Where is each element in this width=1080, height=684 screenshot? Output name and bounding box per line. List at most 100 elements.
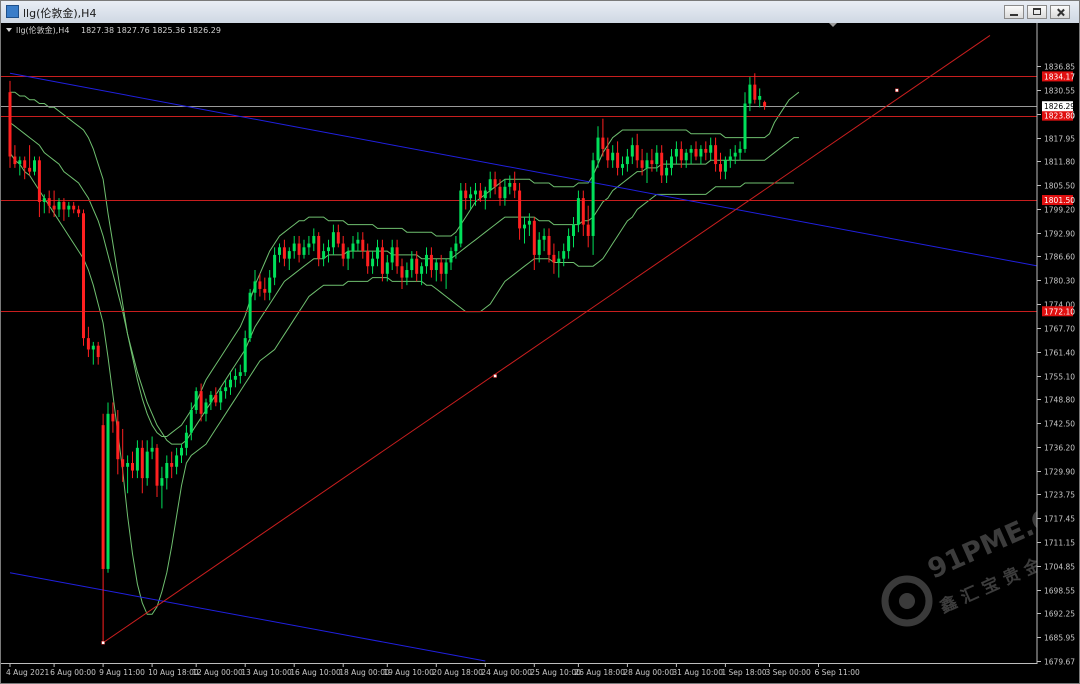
candle-body xyxy=(341,243,345,259)
time-tick-label: 1 Sep 18:00 xyxy=(721,668,767,677)
candle-body xyxy=(351,243,355,252)
candle-body xyxy=(331,232,335,248)
candle-body xyxy=(513,182,517,191)
candle-body xyxy=(758,95,762,100)
candle-body xyxy=(719,164,722,172)
candle-body xyxy=(302,247,306,255)
time-tick-label: 6 Aug 00:00 xyxy=(50,668,96,677)
candle xyxy=(106,402,110,573)
candle-body xyxy=(650,160,654,165)
candle-body xyxy=(268,277,272,293)
price-tick-label: 1836.85 xyxy=(1044,63,1075,72)
anchor-point[interactable] xyxy=(895,88,899,93)
price-tick-label: 1736.20 xyxy=(1044,444,1075,453)
candle-body xyxy=(425,254,428,267)
candle-body xyxy=(763,102,767,107)
candle-body xyxy=(630,145,634,157)
maximize-button[interactable] xyxy=(1027,5,1047,19)
candle-body xyxy=(655,152,659,165)
candle-body xyxy=(233,375,237,380)
candle-body xyxy=(601,137,605,149)
candle-body xyxy=(444,262,448,274)
candle-body xyxy=(175,455,179,467)
candle-body xyxy=(106,413,110,569)
candle-body xyxy=(287,251,291,259)
candle-body xyxy=(47,198,51,206)
candle-body xyxy=(478,190,482,199)
candle-body xyxy=(91,345,95,350)
anchor-point[interactable] xyxy=(101,640,105,645)
candle-body xyxy=(616,152,620,168)
candle-body xyxy=(150,447,154,452)
candle-body xyxy=(180,447,183,456)
time-tick-label: 3 Sep 00:00 xyxy=(766,668,812,677)
candle-body xyxy=(229,379,232,388)
candle-body xyxy=(738,148,742,153)
candle-body xyxy=(753,84,757,100)
candle-body xyxy=(199,391,203,414)
candle-body xyxy=(356,239,360,244)
price-tick-label: 1780.30 xyxy=(1044,277,1075,286)
candle-body xyxy=(508,182,512,187)
candle-body xyxy=(743,103,747,149)
candle-body xyxy=(679,148,683,161)
candle-body xyxy=(238,372,242,376)
close-button[interactable] xyxy=(1050,5,1070,19)
candle-body xyxy=(532,220,536,255)
candle-body xyxy=(77,209,81,214)
candle-body xyxy=(116,421,120,460)
price-tick-label: 1742.50 xyxy=(1044,420,1075,429)
price-tick-label: 1799.20 xyxy=(1044,206,1075,215)
candle xyxy=(459,182,463,248)
candle-body xyxy=(361,239,365,252)
price-tick-label: 1692.25 xyxy=(1044,610,1075,619)
candle-body xyxy=(586,224,590,236)
candle-body xyxy=(469,194,473,199)
candle-body xyxy=(728,156,732,161)
candle-body xyxy=(385,262,389,274)
candle-body xyxy=(400,266,404,278)
candle-body xyxy=(376,247,379,259)
candle-body xyxy=(709,145,713,153)
candle-body xyxy=(82,213,85,339)
hline-label: 1772.10 xyxy=(1042,306,1075,317)
candle-body xyxy=(57,201,61,210)
candle-body xyxy=(366,251,370,267)
price-tick-label: 1755.10 xyxy=(1044,373,1075,382)
candle xyxy=(248,288,252,342)
candle-body xyxy=(292,243,296,252)
price-tick-label: 1767.70 xyxy=(1044,325,1075,334)
candle-body xyxy=(537,239,541,255)
candle xyxy=(194,387,198,414)
time-tick-label: 16 Aug 10:00 xyxy=(290,668,341,677)
candle-body xyxy=(611,152,615,161)
title-bar: llg(伦敦金),H4 xyxy=(1,1,1079,24)
time-tick-label: 31 Aug 10:00 xyxy=(672,668,723,677)
candle-body xyxy=(273,254,277,278)
candle-body xyxy=(282,247,286,259)
candle-body xyxy=(645,160,649,168)
candle-body xyxy=(625,156,629,165)
candle-body xyxy=(214,394,218,403)
candle-body xyxy=(557,258,561,263)
minimize-button[interactable] xyxy=(1004,5,1024,19)
time-tick-label: 12 Aug 00:00 xyxy=(192,668,243,677)
price-tick-label: 1786.60 xyxy=(1044,253,1075,262)
candle-body xyxy=(194,391,198,411)
candle-body xyxy=(449,251,453,263)
price-tick-label: 1748.80 xyxy=(1044,396,1075,405)
anchor-point[interactable] xyxy=(493,374,497,378)
candle-body xyxy=(219,391,223,403)
candle-body xyxy=(454,243,458,252)
candle-body xyxy=(184,432,188,448)
price-chart[interactable]: 91PME.COM 鑫汇宝贵金属 1836.851830.551824.2518… xyxy=(1,23,1079,683)
candle-body xyxy=(567,235,571,252)
candle-body xyxy=(101,425,105,569)
candle-body xyxy=(429,254,433,271)
price-tick-label: 1723.75 xyxy=(1044,491,1075,500)
candle-body xyxy=(189,410,193,433)
candle-body xyxy=(155,447,159,486)
candle-body xyxy=(415,258,419,274)
hline-label: 1823.80 xyxy=(1042,110,1075,121)
candle-body xyxy=(263,288,267,293)
